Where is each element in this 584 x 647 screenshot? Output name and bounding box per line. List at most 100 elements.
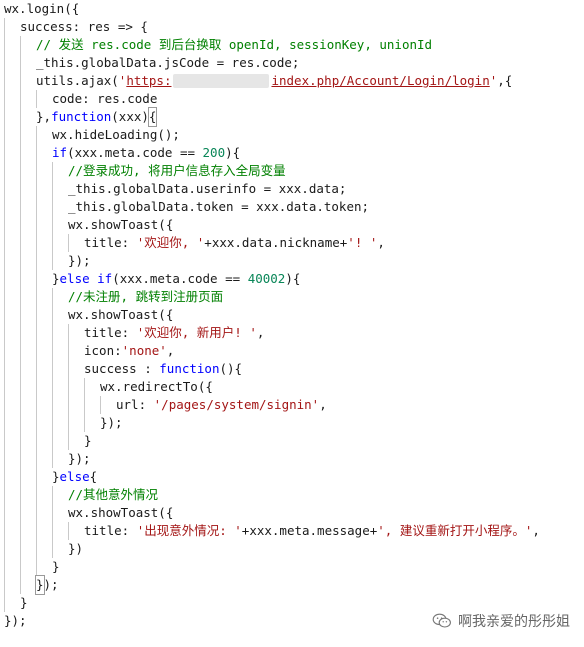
code-line: //登录成功, 将用户信息存入全局变量 — [0, 162, 584, 180]
indent-guide — [52, 180, 68, 198]
code-token: } — [84, 433, 92, 448]
indent-guide — [36, 468, 52, 486]
indent-guide — [52, 360, 68, 378]
code-token: '欢迎你, ' — [136, 235, 205, 250]
code-token: url: — [116, 397, 154, 412]
indent-guide — [20, 504, 36, 522]
indent-guides — [0, 450, 68, 468]
indent-guide — [20, 414, 36, 432]
code-line: success : function(){ — [0, 360, 584, 378]
indent-guide — [4, 234, 20, 252]
indent-guide — [4, 180, 20, 198]
indent-guide — [20, 306, 36, 324]
code-token: '! ' — [347, 235, 378, 250]
indent-guide — [4, 162, 20, 180]
indent-guide — [20, 270, 36, 288]
code-token: ', 建议重新打开小程序。' — [377, 523, 533, 538]
indent-guide — [20, 576, 36, 594]
indent-guide — [20, 162, 36, 180]
indent-guide — [52, 540, 68, 558]
indent-guide — [52, 306, 68, 324]
code-token: code: res.code — [52, 91, 158, 106]
indent-guide — [4, 540, 20, 558]
code-token: title: — [84, 325, 137, 340]
indent-guide — [36, 90, 52, 108]
indent-guide — [20, 90, 36, 108]
indent-guides — [0, 144, 52, 162]
code-line: code: res.code — [0, 90, 584, 108]
indent-guide — [36, 378, 52, 396]
indent-guide — [52, 486, 68, 504]
indent-guides — [0, 324, 84, 342]
indent-guide — [4, 252, 20, 270]
code-line: wx.showToast({ — [0, 504, 584, 522]
indent-guides — [0, 504, 68, 522]
indent-guides — [0, 108, 36, 126]
indent-guides — [0, 576, 36, 594]
indent-guide — [36, 342, 52, 360]
code-line: } else{ — [0, 468, 584, 486]
indent-guide — [100, 396, 116, 414]
indent-guide — [20, 468, 36, 486]
code-token: function — [159, 361, 220, 376]
code-line: }); — [0, 414, 584, 432]
code-token: +xxx.data.nickname+ — [204, 235, 348, 250]
code-token: _this.globalData.jsCode = res.code; — [36, 55, 300, 70]
code-token: _this.globalData.userinfo = xxx.data; — [68, 181, 347, 196]
code-token: wx.hideLoading(); — [52, 127, 180, 142]
indent-guide — [68, 414, 84, 432]
code-token: success : — [84, 361, 160, 376]
code-token: , — [377, 235, 385, 250]
indent-guides — [0, 558, 52, 576]
indent-guides — [0, 90, 52, 108]
code-line: //未注册, 跳转到注册页面 — [0, 288, 584, 306]
indent-guides — [0, 540, 68, 558]
code-line: wx.hideLoading(); — [0, 126, 584, 144]
code-token: } — [52, 559, 60, 574]
indent-guide — [4, 342, 20, 360]
code-line: }); — [0, 575, 584, 595]
code-token: 200 — [202, 145, 226, 160]
indent-guide — [36, 198, 52, 216]
indent-guides — [0, 396, 116, 414]
wechat-icon — [432, 613, 451, 628]
code-token: (xxx) — [111, 109, 149, 124]
code-token: { — [89, 469, 98, 484]
indent-guide — [20, 522, 36, 540]
indent-guide — [4, 396, 20, 414]
indent-guides — [0, 342, 84, 360]
indent-guide — [20, 450, 36, 468]
code-token: wx.showToast({ — [68, 505, 174, 520]
code-line: utils.ajax(' https: index.php/Account/Logi… — [0, 72, 584, 90]
indent-guide — [52, 324, 68, 342]
indent-guide — [68, 342, 84, 360]
code-line: } — [0, 432, 584, 450]
indent-guide — [4, 306, 20, 324]
indent-guide — [36, 504, 52, 522]
indent-guide — [20, 72, 36, 90]
indent-guide — [20, 126, 36, 144]
indent-guide — [20, 216, 36, 234]
indent-guide — [4, 324, 20, 342]
indent-guides — [0, 468, 52, 486]
indent-guide — [20, 324, 36, 342]
indent-guide — [84, 396, 100, 414]
indent-guide — [4, 54, 20, 72]
code-line: // 发送 res.code 到后台换取 openId, sessionKey,… — [0, 36, 584, 54]
code-token: { — [147, 107, 158, 127]
code-line: }); — [0, 252, 584, 270]
indent-guide — [36, 558, 52, 576]
code-token: ){ — [285, 271, 301, 286]
indent-guide — [4, 576, 20, 594]
code-token: 40002 — [247, 271, 286, 286]
indent-guide — [4, 486, 20, 504]
code-line: } — [0, 558, 584, 576]
code-token: success: res => { — [20, 19, 148, 34]
indent-guide — [68, 378, 84, 396]
indent-guide — [4, 468, 20, 486]
indent-guides — [0, 72, 36, 90]
indent-guide — [36, 162, 52, 180]
redacted-domain — [173, 74, 270, 88]
indent-guide — [52, 378, 68, 396]
code-token: }); — [68, 253, 91, 268]
